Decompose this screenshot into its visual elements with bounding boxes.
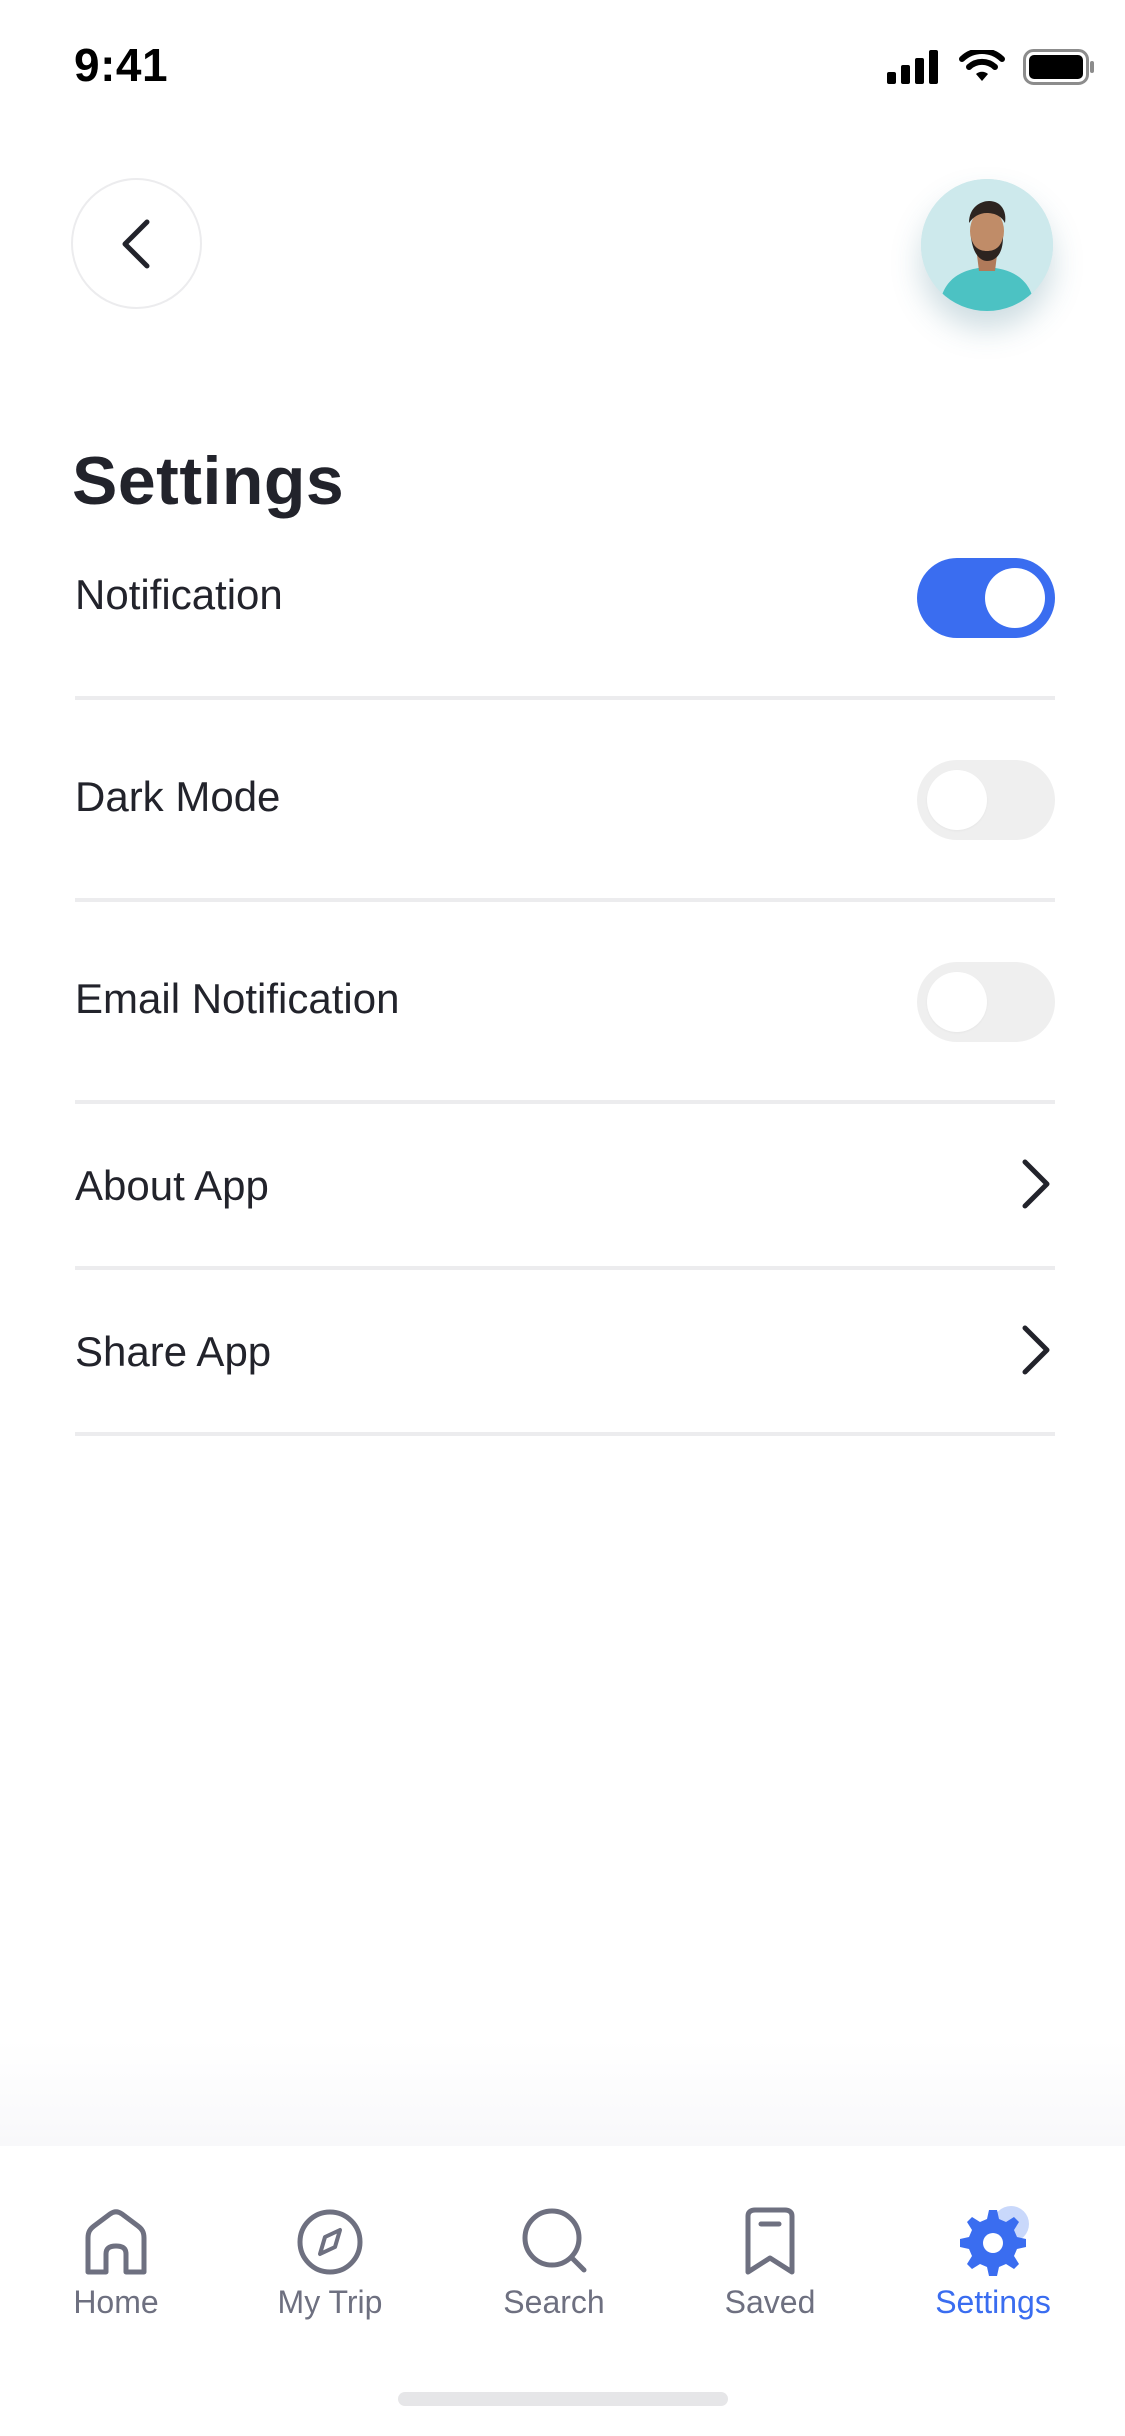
bookmark-icon bbox=[745, 2207, 795, 2275]
back-button[interactable] bbox=[71, 178, 202, 309]
nav-label: My Trip bbox=[277, 2284, 383, 2320]
home-indicator bbox=[398, 2392, 728, 2406]
battery-icon bbox=[1023, 49, 1094, 85]
setting-label: Dark Mode bbox=[75, 773, 281, 820]
chevron-right-icon bbox=[1022, 1159, 1050, 1209]
setting-label: Share App bbox=[75, 1328, 272, 1375]
setting-label: Notification bbox=[75, 571, 283, 618]
nav-item-home[interactable]: Home bbox=[58, 2146, 174, 2346]
gear-icon bbox=[960, 2206, 1029, 2276]
setting-row-dark-mode: Dark Mode bbox=[75, 700, 1055, 902]
setting-row-notification: Notification bbox=[75, 556, 1055, 700]
user-avatar-image bbox=[921, 179, 1053, 311]
nav-item-saved[interactable]: Saved bbox=[715, 2146, 825, 2346]
nav-label: Saved bbox=[724, 2284, 816, 2320]
nav-label: Home bbox=[73, 2284, 159, 2320]
avatar[interactable] bbox=[921, 179, 1053, 311]
chevron-right-icon bbox=[1022, 1325, 1050, 1375]
nav-item-my-trip[interactable]: My Trip bbox=[270, 2146, 390, 2346]
nav-item-settings[interactable]: Settings bbox=[928, 2146, 1058, 2346]
status-time: 9:41 bbox=[74, 39, 169, 91]
dark-mode-toggle[interactable] bbox=[917, 760, 1055, 840]
notification-toggle[interactable] bbox=[917, 558, 1055, 638]
setting-label: About App bbox=[75, 1162, 269, 1209]
status-bar: 9:41 bbox=[0, 0, 1125, 132]
setting-row-email-notification: Email Notification bbox=[75, 902, 1055, 1104]
setting-row-about-app[interactable]: About App bbox=[75, 1104, 1055, 1270]
toggle-knob bbox=[985, 568, 1045, 628]
search-icon bbox=[522, 2208, 587, 2273]
nav-label: Search bbox=[503, 2284, 605, 2320]
setting-label: Email Notification bbox=[75, 975, 400, 1022]
page-title: Settings bbox=[72, 442, 345, 519]
settings-list: Notification Dark Mode Email Notificatio… bbox=[75, 556, 1055, 1436]
status-icons bbox=[887, 45, 1095, 89]
bottom-fade bbox=[0, 2040, 1125, 2146]
nav-item-search[interactable]: Search bbox=[494, 2146, 614, 2346]
toggle-knob bbox=[927, 770, 987, 830]
toggle-knob bbox=[927, 972, 987, 1032]
nav-label: Settings bbox=[935, 2284, 1051, 2320]
wifi-icon bbox=[959, 50, 1005, 81]
setting-row-share-app[interactable]: Share App bbox=[75, 1270, 1055, 1436]
home-icon bbox=[85, 2209, 147, 2275]
chevron-left-icon bbox=[122, 219, 149, 268]
compass-icon bbox=[297, 2209, 363, 2275]
signal-icon bbox=[887, 50, 938, 84]
email-notification-toggle[interactable] bbox=[917, 962, 1055, 1042]
